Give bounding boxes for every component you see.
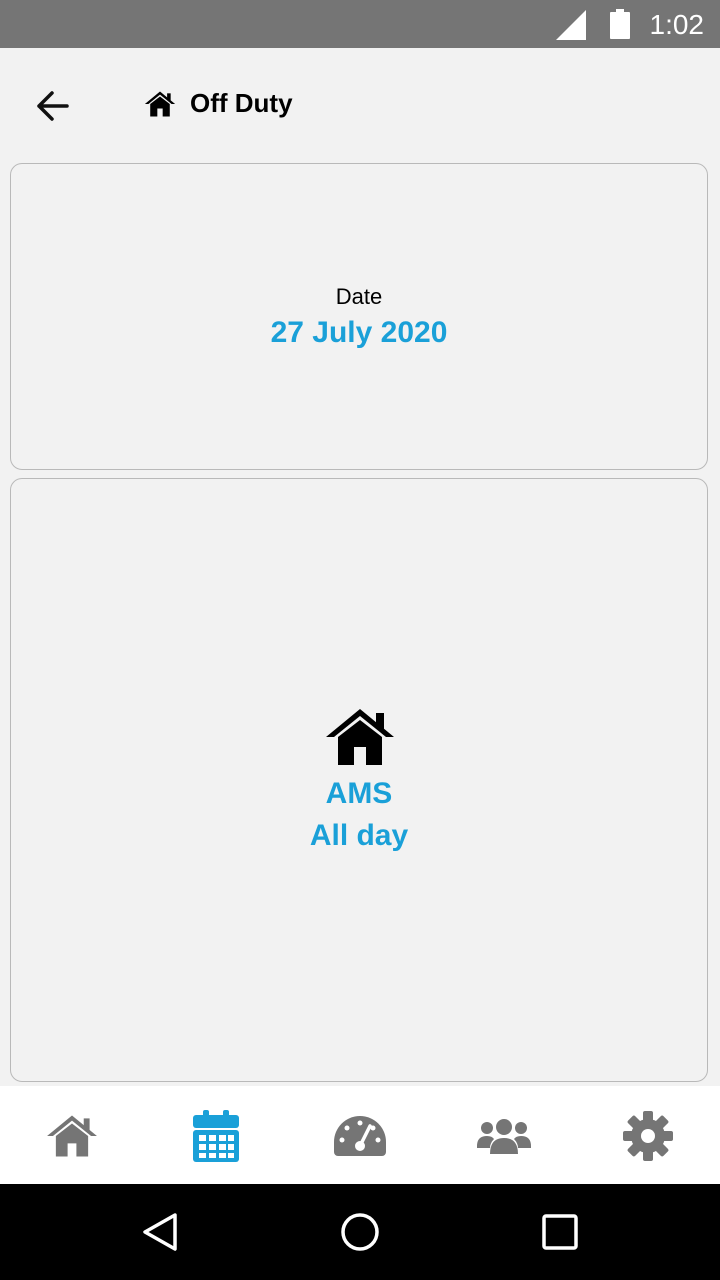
nav-item-dashboard[interactable] [333,1110,387,1162]
home-icon [326,709,394,765]
date-label: Date [335,284,383,309]
nav-item-settings[interactable] [621,1110,675,1162]
home-circle-icon [341,1213,379,1251]
date-card: Date 27 July 2020 [10,163,708,470]
gear-icon [623,1111,673,1161]
nav-item-home[interactable] [45,1110,99,1162]
home-icon [144,91,176,116]
bottom-nav [0,1086,720,1184]
app-bar: Off Duty [0,48,720,160]
arrow-left-icon [37,91,69,121]
signal-icon [556,10,586,40]
duty-time: All day [309,819,409,852]
duty-card: AMS All day [10,478,708,1082]
users-icon [477,1119,531,1154]
speedometer-icon [334,1116,386,1156]
status-bar: 1:02 [0,0,720,48]
home-icon [47,1115,97,1157]
page-title: Off Duty [190,88,293,118]
recents-square-icon [542,1214,578,1250]
duty-location: AMS [325,777,393,810]
nav-item-team[interactable] [477,1110,531,1162]
nav-item-calendar[interactable] [189,1110,243,1162]
calendar-icon [193,1110,239,1162]
page-title-group: Off Duty [144,88,293,119]
back-triangle-icon [143,1213,177,1251]
system-recents-button[interactable] [538,1210,582,1254]
back-button[interactable] [28,82,76,130]
date-value: 27 July 2020 [270,316,448,349]
system-back-button[interactable] [138,1210,182,1254]
system-nav-bar [0,1184,720,1280]
battery-icon [610,9,630,39]
status-time: 1:02 [649,9,705,40]
system-home-button[interactable] [338,1210,382,1254]
